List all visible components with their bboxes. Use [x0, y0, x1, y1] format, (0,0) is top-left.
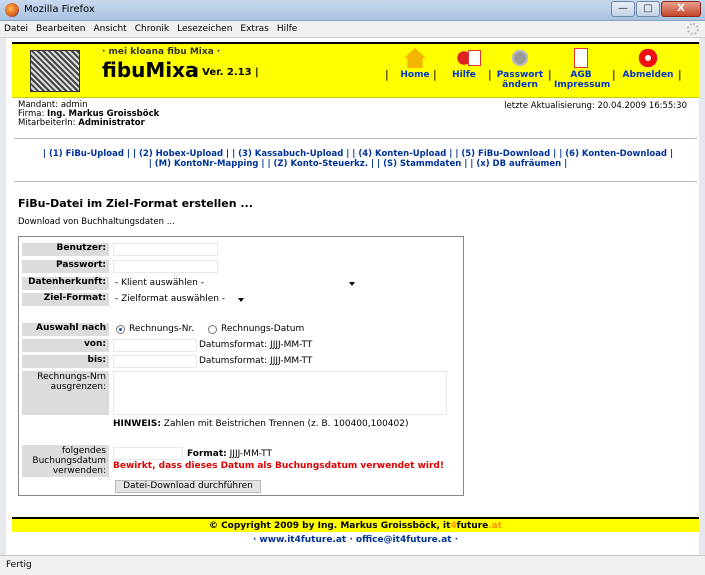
menu-datei[interactable]: Datei — [4, 24, 28, 34]
passwort-input[interactable] — [113, 260, 218, 273]
window-title: Mozilla Firefox — [24, 4, 95, 15]
passwort-label: Passwort: — [22, 260, 109, 273]
menu-ansicht[interactable]: Ansicht — [93, 24, 126, 34]
hinweis-label: HINWEIS: — [113, 419, 161, 429]
site-header: · mei kloana fibu Mixa · fibuMixa | Ver.… — [12, 42, 699, 98]
zielformat-value: - Zielformat auswählen - — [115, 294, 226, 304]
brand-name: fibuMixa — [102, 58, 199, 82]
radio-rechnungsnr[interactable] — [116, 325, 125, 334]
von-datumsformat: Datumsformat: JJJJ-MM-TT — [199, 340, 313, 350]
radio-rechnungsnr-label: Rechnungs-Nr. — [129, 324, 195, 334]
menu-hilfe[interactable]: Hilfe — [277, 24, 297, 34]
von-input[interactable] — [113, 339, 197, 352]
firefox-icon — [5, 3, 19, 17]
nav-logout[interactable]: Abmelden — [620, 48, 676, 80]
ausgrenzen-textarea[interactable] — [113, 371, 447, 415]
datenherkunft-value: - Klient auswählen - — [115, 278, 204, 288]
buchungsdatum-label: folgendes Buchungsdatum verwenden: — [22, 445, 109, 477]
function-nav-line2[interactable]: | (M) KontoNr-Mapping | | (Z) Konto-Steu… — [18, 159, 698, 169]
footer-bar: © Copyright 2009 by Ing. Markus Groissbö… — [12, 517, 699, 532]
chevron-down-icon — [238, 298, 244, 302]
auswahl-label: Auswahl nach — [22, 323, 109, 336]
nav-agb-label: AGB Impressum — [554, 70, 611, 90]
nav-logout-label: Abmelden — [622, 70, 674, 80]
datenherkunft-label: Datenherkunft: — [22, 277, 109, 290]
window-titlebar: Mozilla Firefox — □ X — [0, 0, 705, 21]
benutzer-input[interactable] — [113, 243, 218, 256]
mitarbeiter-label: MitarbeiterIn: — [18, 118, 76, 128]
von-label: von: — [22, 339, 109, 352]
benutzer-label: Benutzer: — [22, 243, 109, 256]
chevron-down-icon — [349, 282, 355, 286]
menu-chronik[interactable]: Chronik — [135, 24, 169, 34]
nav-change-password[interactable]: Passwort ändern — [496, 48, 544, 90]
nav-help[interactable]: Hilfe — [444, 48, 484, 80]
mixer-logo — [30, 50, 80, 92]
power-icon — [638, 48, 658, 68]
nav-home[interactable]: Home — [398, 48, 432, 80]
menu-bearbeiten[interactable]: Bearbeiten — [36, 24, 85, 34]
divider — [14, 181, 697, 182]
function-nav-line1[interactable]: | (1) FiBu-Upload | | (2) Hobex-Upload |… — [18, 149, 698, 159]
copyright-future: future — [456, 521, 489, 531]
radio-rechnungsdatum-label: Rechnungs-Datum — [221, 324, 305, 334]
page-title: FiBu-Datei im Ziel-Format erstellen ... — [18, 197, 253, 210]
nav-password-label: Passwort ändern — [496, 70, 544, 90]
nav-agb-impressum[interactable]: AGB Impressum — [554, 48, 611, 90]
minimize-button[interactable]: — — [611, 1, 635, 17]
copyright-text: © Copyright 2009 by Ing. Markus Groissbö… — [208, 521, 451, 531]
bis-label: bis: — [22, 355, 109, 368]
ausgrenzen-label: Rechnungs-Nrn ausgrenzen: — [22, 371, 109, 415]
header-claim: · mei kloana fibu Mixa · — [102, 47, 221, 57]
menubar: Datei Bearbeiten Ansicht Chronik Lesezei… — [0, 21, 705, 38]
download-button[interactable]: Datei-Download durchführen — [115, 480, 261, 493]
download-form: Benutzer: Passwort: Datenherkunft: - Kli… — [18, 236, 464, 496]
menu-lesezeichen[interactable]: Lesezeichen — [177, 24, 232, 34]
copyright-at: .at — [488, 521, 503, 531]
format-value: JJJJ-MM-TT — [229, 449, 272, 459]
close-button[interactable]: X — [661, 1, 701, 17]
window-controls: — □ X — [611, 1, 701, 17]
page-subtitle: Download von Buchhaltungsdaten ... — [18, 217, 175, 227]
buchungsdatum-hint: Bewirkt, dass dieses Datum als Buchungsd… — [113, 461, 444, 471]
buchungsdatum-input[interactable] — [113, 447, 183, 460]
bis-datumsformat: Datumsformat: JJJJ-MM-TT — [199, 356, 313, 366]
zielformat-select[interactable]: - Zielformat auswählen - — [115, 293, 248, 306]
radio-rechnungsdatum[interactable] — [208, 325, 217, 334]
gears-icon — [509, 48, 531, 68]
mitarbeiter-value: Administrator — [78, 118, 145, 128]
version-label: | Ver. 2.13 | — [195, 67, 259, 78]
maximize-button[interactable]: □ — [636, 1, 660, 17]
datenherkunft-select[interactable]: - Klient auswählen - — [115, 277, 359, 290]
bis-input[interactable] — [113, 355, 197, 368]
help-icon — [453, 48, 481, 68]
throbber-icon — [687, 23, 699, 35]
nav-help-label: Hilfe — [452, 70, 476, 80]
format-label: Format: — [187, 449, 227, 459]
function-nav: | (1) FiBu-Upload | | (2) Hobex-Upload |… — [18, 149, 698, 169]
status-bar: Fertig — [0, 555, 705, 575]
home-icon — [404, 48, 426, 68]
last-updated: letzte Aktualisierung: 20.04.2009 16:55:… — [504, 101, 687, 111]
pdf-icon — [574, 48, 588, 68]
hinweis-text: Zahlen mit Beistrichen Trennen (z. B. 10… — [163, 419, 409, 429]
zielformat-label: Ziel-Format: — [22, 293, 109, 306]
nav-home-label: Home — [400, 70, 430, 80]
divider — [14, 138, 697, 139]
session-info: Mandant: admin Firma: Ing. Markus Groiss… — [18, 101, 159, 128]
menu-extras[interactable]: Extras — [240, 24, 268, 34]
footer-links[interactable]: · www.it4future.at · office@it4future.at… — [12, 535, 699, 545]
